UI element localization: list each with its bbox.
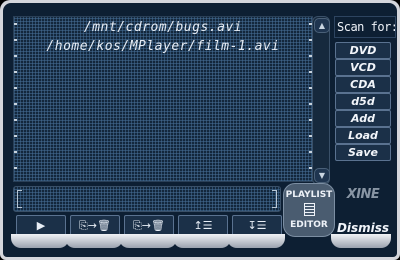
vcd-button[interactable]: VCD (335, 59, 391, 76)
cda-button[interactable]: CDA (335, 76, 391, 93)
move-last-button[interactable]: ↧☰ (232, 215, 282, 236)
playlist-input-field[interactable] (13, 186, 281, 212)
play-button[interactable]: ▶ (16, 215, 66, 236)
move-up-button[interactable]: ⎘→🗑 (70, 215, 120, 236)
input-bracket-right (272, 190, 277, 208)
add-button[interactable]: Add (335, 110, 391, 127)
save-button[interactable]: Save (335, 144, 391, 161)
list-item[interactable]: /mnt/cdrom/bugs.avi (14, 20, 312, 35)
editor-logo-line1: PLAYLIST (285, 190, 333, 200)
dismiss-button[interactable]: Dismiss (334, 220, 392, 237)
play-button-base (11, 234, 69, 248)
scan-for-label: Scan for: (334, 16, 396, 38)
move-down-button-base (119, 234, 177, 248)
move-last-button-base (227, 234, 285, 248)
dvd-button[interactable]: DVD (335, 42, 391, 59)
move-first-button[interactable]: ↥☰ (178, 215, 228, 236)
move-down-button[interactable]: ⎘→🗑 (124, 215, 174, 236)
input-bracket-left (17, 190, 22, 208)
scroll-down-button[interactable]: ▼ (314, 168, 330, 183)
playlist-scrollbar[interactable]: ▲ ▼ (312, 16, 330, 185)
list-item[interactable]: /home/kos/MPlayer/film-1.avi (14, 39, 312, 54)
move-first-button-base (173, 234, 231, 248)
move-up-button-base (65, 234, 123, 248)
d5d-button[interactable]: d5d (335, 93, 391, 110)
document-icon (304, 203, 315, 216)
scroll-up-button[interactable]: ▲ (314, 18, 330, 33)
xine-logo: XINE (346, 187, 380, 202)
playlist-editor-logo: PLAYLIST EDITOR (283, 183, 335, 237)
load-button[interactable]: Load (335, 127, 391, 144)
playlist-list[interactable]: /mnt/cdrom/bugs.avi /home/kos/MPlayer/fi… (13, 16, 313, 182)
editor-logo-line2: EDITOR (290, 220, 328, 230)
playlist-editor-window: /mnt/cdrom/bugs.avi /home/kos/MPlayer/fi… (0, 0, 400, 260)
